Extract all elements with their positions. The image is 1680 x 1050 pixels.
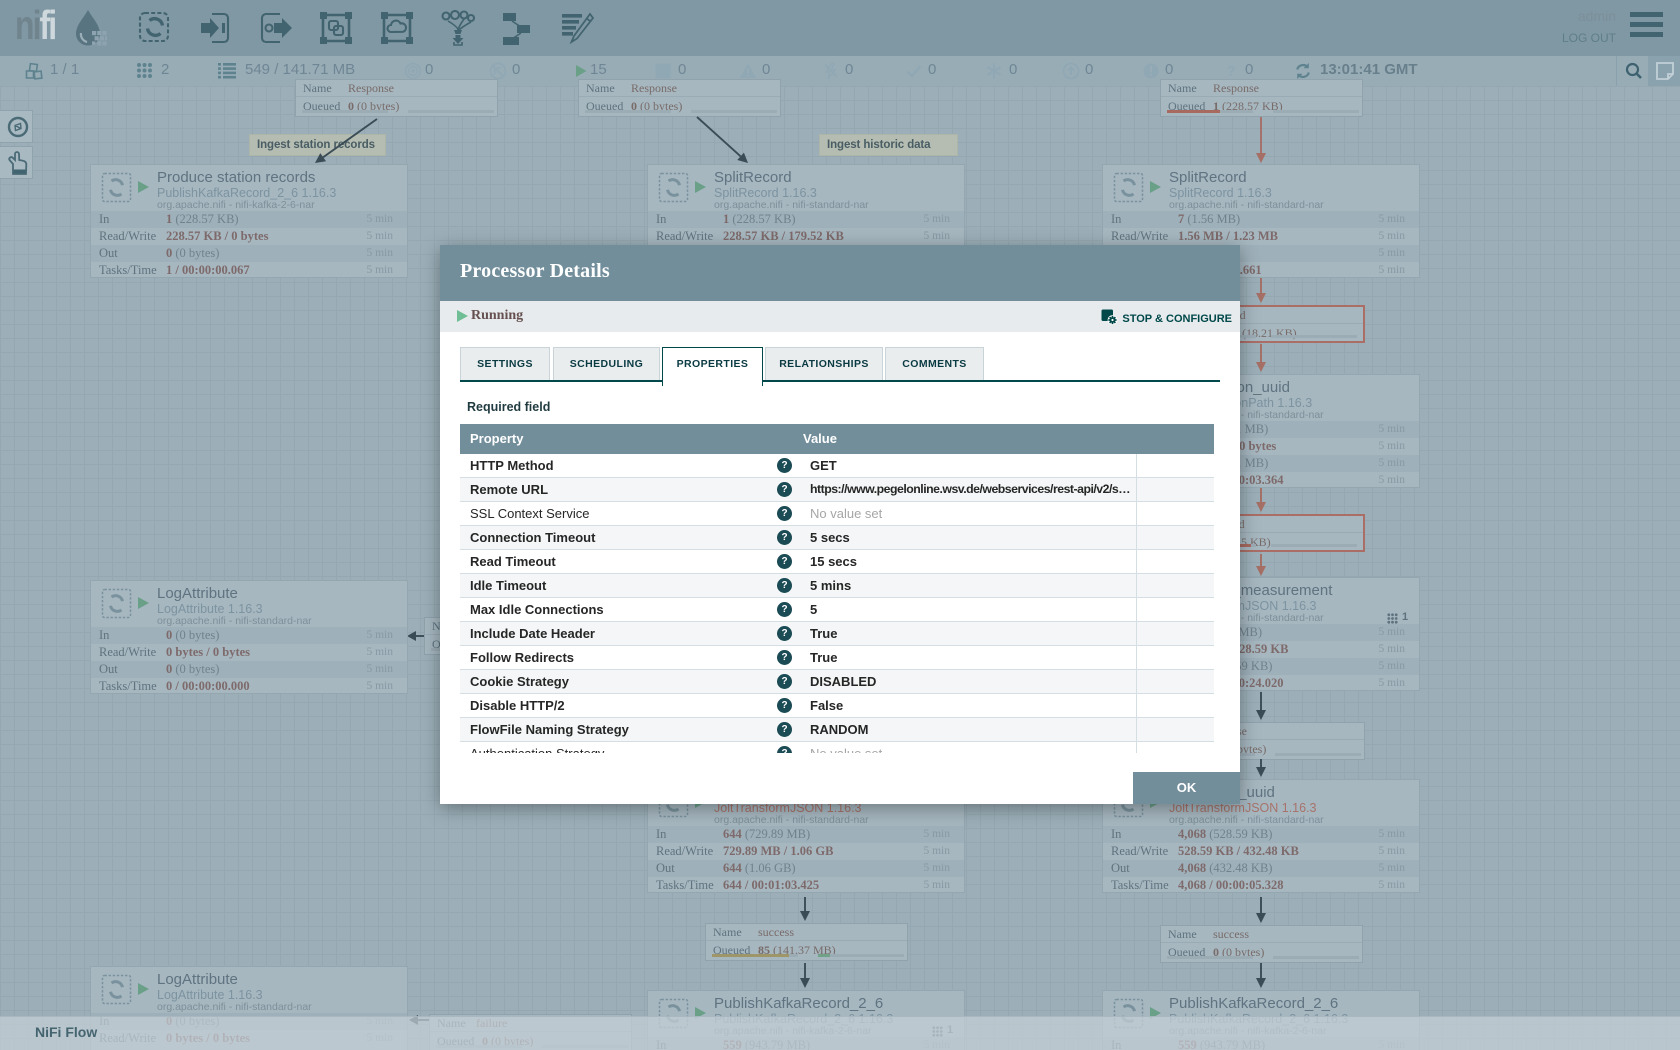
svg-text:?: ? — [1226, 63, 1235, 80]
